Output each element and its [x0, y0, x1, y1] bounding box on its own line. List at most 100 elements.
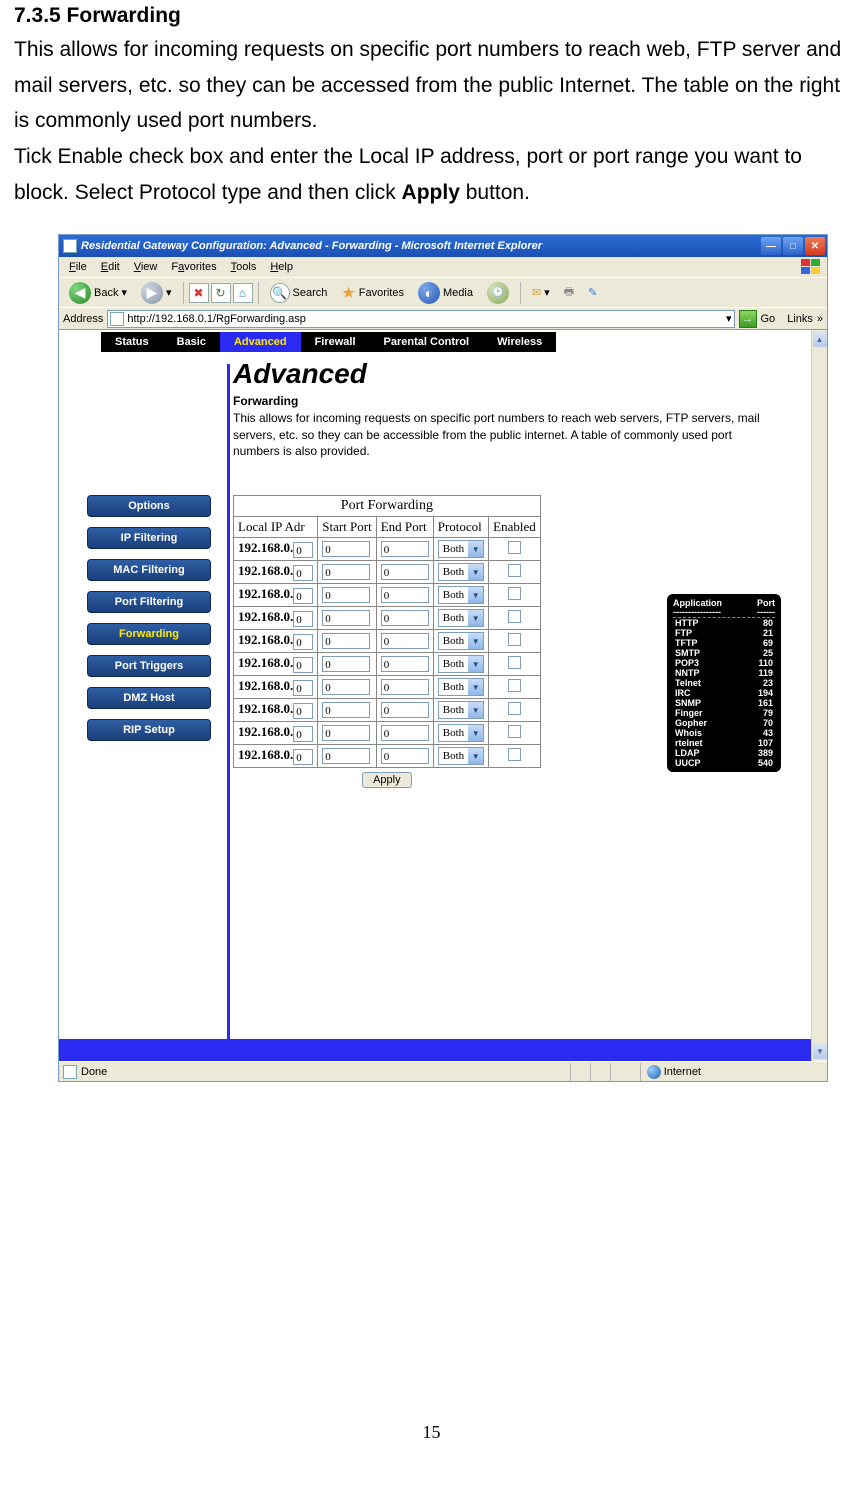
forward-button[interactable]: ▶ ▾ [135, 280, 178, 306]
scroll-up-icon[interactable]: ▲ [813, 331, 827, 347]
ip-last-octet-input[interactable]: 0 [293, 542, 313, 558]
enabled-checkbox[interactable] [508, 541, 521, 554]
scroll-down-icon[interactable]: ▼ [813, 1043, 827, 1059]
tab-parental-control[interactable]: Parental Control [370, 332, 484, 352]
enabled-checkbox[interactable] [508, 656, 521, 669]
content-area: StatusBasicAdvancedFirewallParental Cont… [59, 329, 827, 1061]
maximize-button[interactable]: □ [783, 237, 803, 255]
print-button[interactable]: 🖶 [558, 281, 580, 304]
sidebar-item-port-filtering[interactable]: Port Filtering [87, 591, 211, 613]
menu-help[interactable]: Help [264, 259, 299, 275]
menu-tools[interactable]: Tools [225, 259, 263, 275]
ip-last-octet-input[interactable]: 0 [293, 588, 313, 604]
start-port-input[interactable]: 0 [322, 725, 370, 741]
apply-button[interactable]: Apply [362, 772, 412, 788]
enabled-checkbox[interactable] [508, 587, 521, 600]
enabled-checkbox[interactable] [508, 610, 521, 623]
ip-last-octet-input[interactable]: 0 [293, 749, 313, 765]
address-dropdown-icon[interactable]: ▾ [726, 312, 732, 325]
tab-firewall[interactable]: Firewall [301, 332, 370, 352]
enabled-checkbox[interactable] [508, 679, 521, 692]
tab-wireless[interactable]: Wireless [483, 332, 556, 352]
start-port-input[interactable]: 0 [322, 587, 370, 603]
sidebar-item-mac-filtering[interactable]: MAC Filtering [87, 559, 211, 581]
protocol-select[interactable]: Both▼ [438, 540, 484, 558]
enabled-checkbox[interactable] [508, 702, 521, 715]
vertical-scrollbar[interactable]: ▲ ▼ [811, 330, 827, 1061]
chevron-down-icon: ▼ [468, 633, 483, 649]
menu-favorites[interactable]: Favorites [165, 259, 222, 275]
sidebar-item-dmz-host[interactable]: DMZ Host [87, 687, 211, 709]
end-port-input[interactable]: 0 [381, 748, 429, 764]
end-port-input[interactable]: 0 [381, 587, 429, 603]
ip-last-octet-input[interactable]: 0 [293, 680, 313, 696]
links-label[interactable]: Links [787, 313, 813, 325]
tab-advanced[interactable]: Advanced [220, 332, 301, 352]
menu-edit[interactable]: Edit [95, 259, 126, 275]
back-button[interactable]: ◀Back ▾ [63, 280, 133, 306]
end-port-input[interactable]: 0 [381, 564, 429, 580]
close-button[interactable]: ✕ [805, 237, 825, 255]
refresh-button[interactable]: ↻ [211, 283, 231, 303]
end-port-input[interactable]: 0 [381, 702, 429, 718]
tab-status[interactable]: Status [101, 332, 163, 352]
address-input[interactable]: http://192.168.0.1/RgForwarding.asp ▾ [107, 310, 734, 328]
ip-last-octet-input[interactable]: 0 [293, 657, 313, 673]
protocol-select[interactable]: Both▼ [438, 678, 484, 696]
protocol-select[interactable]: Both▼ [438, 724, 484, 742]
mail-button[interactable]: ✉ ▾ [526, 284, 556, 301]
start-port-input[interactable]: 0 [322, 702, 370, 718]
end-port-input[interactable]: 0 [381, 541, 429, 557]
ip-last-octet-input[interactable]: 0 [293, 565, 313, 581]
ip-last-octet-input[interactable]: 0 [293, 726, 313, 742]
start-port-input[interactable]: 0 [322, 748, 370, 764]
search-button[interactable]: 🔍Search [264, 281, 334, 305]
sidebar-item-forwarding[interactable]: Forwarding [87, 623, 211, 645]
home-button[interactable]: ⌂ [233, 283, 253, 303]
ip-last-octet-input[interactable]: 0 [293, 634, 313, 650]
enabled-checkbox[interactable] [508, 725, 521, 738]
menu-file[interactable]: File [63, 259, 93, 275]
sidebar-item-port-triggers[interactable]: Port Triggers [87, 655, 211, 677]
menu-view[interactable]: View [128, 259, 164, 275]
start-port-input[interactable]: 0 [322, 610, 370, 626]
end-port-input[interactable]: 0 [381, 725, 429, 741]
page-subtitle: Forwarding [233, 394, 811, 408]
enabled-checkbox[interactable] [508, 748, 521, 761]
protocol-select[interactable]: Both▼ [438, 609, 484, 627]
chevron-down-icon: ▼ [468, 541, 483, 557]
enabled-checkbox[interactable] [508, 633, 521, 646]
sidebar-item-ip-filtering[interactable]: IP Filtering [87, 527, 211, 549]
stop-button[interactable]: ✖ [189, 283, 209, 303]
protocol-select[interactable]: Both▼ [438, 563, 484, 581]
protocol-select[interactable]: Both▼ [438, 586, 484, 604]
end-port-input[interactable]: 0 [381, 633, 429, 649]
minimize-button[interactable]: — [761, 237, 781, 255]
media-button[interactable]: ◐Media [412, 280, 479, 306]
start-port-input[interactable]: 0 [322, 656, 370, 672]
ip-last-octet-input[interactable]: 0 [293, 611, 313, 627]
end-port-input[interactable]: 0 [381, 610, 429, 626]
history-button[interactable]: 🕑 [481, 280, 515, 306]
ip-prefix: 192.168.0. [238, 632, 293, 647]
protocol-select[interactable]: Both▼ [438, 655, 484, 673]
sidebar-item-options[interactable]: Options [87, 495, 211, 517]
favorites-button[interactable]: ★Favorites [335, 281, 410, 305]
protocol-select[interactable]: Both▼ [438, 632, 484, 650]
edit-button[interactable]: ✎ [582, 284, 603, 301]
protocol-select[interactable]: Both▼ [438, 701, 484, 719]
end-port-input[interactable]: 0 [381, 656, 429, 672]
start-port-input[interactable]: 0 [322, 564, 370, 580]
ip-last-octet-input[interactable]: 0 [293, 703, 313, 719]
sidebar-item-rip-setup[interactable]: RIP Setup [87, 719, 211, 741]
tab-basic[interactable]: Basic [163, 332, 220, 352]
go-button[interactable]: → [739, 310, 757, 328]
start-port-input[interactable]: 0 [322, 679, 370, 695]
page-number: 15 [14, 1422, 849, 1443]
start-port-input[interactable]: 0 [322, 541, 370, 557]
protocol-select[interactable]: Both▼ [438, 747, 484, 765]
links-expand-icon[interactable]: » [817, 313, 823, 325]
enabled-checkbox[interactable] [508, 564, 521, 577]
start-port-input[interactable]: 0 [322, 633, 370, 649]
end-port-input[interactable]: 0 [381, 679, 429, 695]
